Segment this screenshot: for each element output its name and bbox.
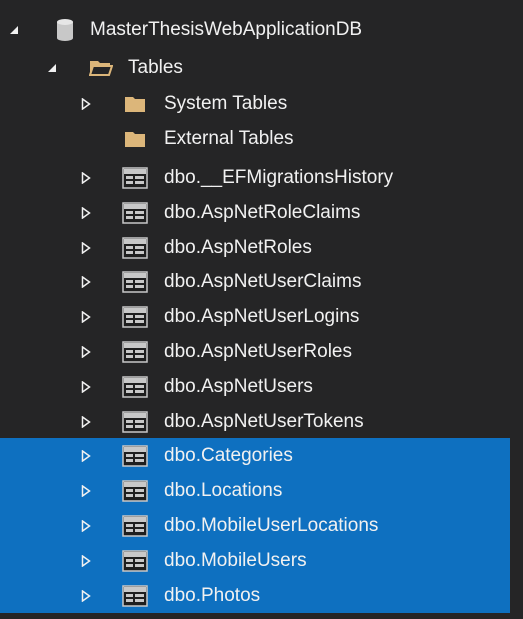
table-label: dbo.AspNetUserRoles	[164, 341, 352, 362]
table-row[interactable]: dbo.Locations	[0, 473, 510, 508]
collapsed-arrow-icon[interactable]	[78, 369, 94, 404]
collapsed-arrow-icon[interactable]	[78, 578, 94, 613]
collapsed-arrow-icon[interactable]	[78, 160, 94, 195]
expanded-arrow-icon[interactable]	[44, 50, 60, 85]
table-icon	[120, 578, 150, 613]
database-icon	[50, 12, 80, 47]
table-icon	[120, 299, 150, 334]
tree-node-label: System Tables	[164, 93, 288, 114]
table-label: dbo.Locations	[164, 480, 283, 501]
scrollbar[interactable]	[510, 0, 523, 619]
collapsed-arrow-icon[interactable]	[78, 86, 94, 121]
folder-icon	[120, 86, 150, 121]
table-row[interactable]: dbo.AspNetRoles	[0, 230, 523, 265]
table-label: dbo.Categories	[164, 445, 293, 466]
collapsed-arrow-icon[interactable]	[78, 230, 94, 265]
table-icon	[120, 404, 150, 439]
table-icon	[120, 334, 150, 369]
table-icon	[120, 195, 150, 230]
table-icon	[120, 230, 150, 265]
collapsed-arrow-icon[interactable]	[78, 195, 94, 230]
table-icon	[120, 160, 150, 195]
database-label: MasterThesisWebApplicationDB	[90, 19, 363, 40]
table-row[interactable]: dbo.AspNetRoleClaims	[0, 195, 523, 230]
table-label: dbo.AspNetRoleClaims	[164, 202, 361, 223]
tree-node-database[interactable]: MasterThesisWebApplicationDB	[0, 12, 523, 47]
table-icon	[120, 543, 150, 578]
table-row[interactable]: dbo.AspNetUserClaims	[0, 264, 523, 299]
collapsed-arrow-icon[interactable]	[78, 404, 94, 439]
tables-folder-label: Tables	[128, 57, 183, 78]
collapsed-arrow-icon[interactable]	[78, 334, 94, 369]
table-row[interactable]: dbo.MobileUsers	[0, 543, 510, 578]
folder-icon	[120, 121, 150, 156]
tree-node-external-tables[interactable]: External Tables	[0, 121, 523, 156]
collapsed-arrow-icon[interactable]	[78, 508, 94, 543]
collapsed-arrow-icon[interactable]	[78, 264, 94, 299]
collapsed-arrow-icon[interactable]	[78, 473, 94, 508]
collapsed-arrow-icon[interactable]	[78, 299, 94, 334]
table-row[interactable]: dbo.AspNetUserLogins	[0, 299, 523, 334]
tree-node-tables-folder[interactable]: Tables	[0, 50, 523, 85]
table-row[interactable]: dbo.Photos	[0, 578, 510, 613]
object-explorer-tree: MasterThesisWebApplicationDB Tables Syst…	[0, 0, 523, 619]
table-label: dbo.MobileUserLocations	[164, 515, 379, 536]
table-label: dbo.AspNetRoles	[164, 237, 312, 258]
tree-node-system-tables[interactable]: System Tables	[0, 86, 523, 121]
table-label: dbo.__EFMigrationsHistory	[164, 167, 394, 188]
open-folder-icon	[86, 50, 116, 85]
table-label: dbo.Photos	[164, 585, 261, 606]
collapsed-arrow-icon[interactable]	[78, 543, 94, 578]
tree-node-label: External Tables	[164, 128, 294, 149]
table-label: dbo.AspNetUsers	[164, 376, 313, 397]
expanded-arrow-icon[interactable]	[6, 12, 22, 47]
table-label: dbo.AspNetUserLogins	[164, 306, 360, 327]
collapsed-arrow-icon[interactable]	[78, 438, 94, 473]
table-icon	[120, 369, 150, 404]
table-row[interactable]: dbo.__EFMigrationsHistory	[0, 160, 523, 195]
table-row[interactable]: dbo.MobileUserLocations	[0, 508, 510, 543]
table-icon	[120, 438, 150, 473]
table-icon	[120, 473, 150, 508]
table-label: dbo.MobileUsers	[164, 550, 307, 571]
table-icon	[120, 264, 150, 299]
table-row[interactable]: dbo.AspNetUserTokens	[0, 404, 523, 439]
table-icon	[120, 508, 150, 543]
table-row[interactable]: dbo.Categories	[0, 438, 510, 473]
table-row[interactable]: dbo.AspNetUsers	[0, 369, 523, 404]
table-row[interactable]: dbo.AspNetUserRoles	[0, 334, 523, 369]
table-label: dbo.AspNetUserClaims	[164, 271, 362, 292]
table-label: dbo.AspNetUserTokens	[164, 411, 364, 432]
